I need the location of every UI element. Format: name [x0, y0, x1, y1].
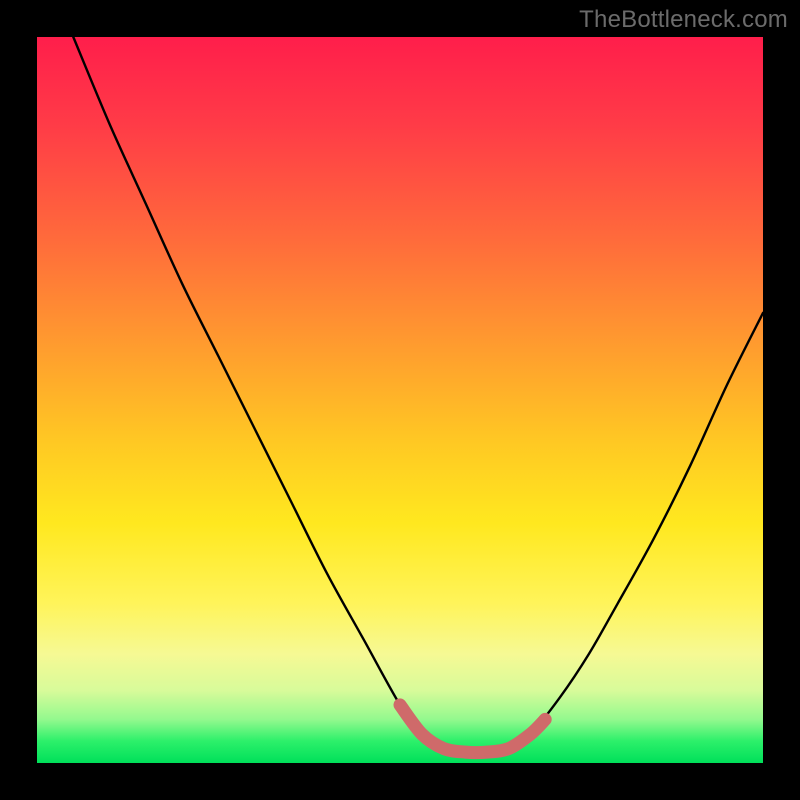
- chart-frame: TheBottleneck.com: [0, 0, 800, 800]
- bottleneck-curve: [73, 37, 763, 757]
- flat-marker-curve: [400, 705, 545, 753]
- watermark-text: TheBottleneck.com: [579, 6, 788, 34]
- chart-svg: [37, 37, 763, 763]
